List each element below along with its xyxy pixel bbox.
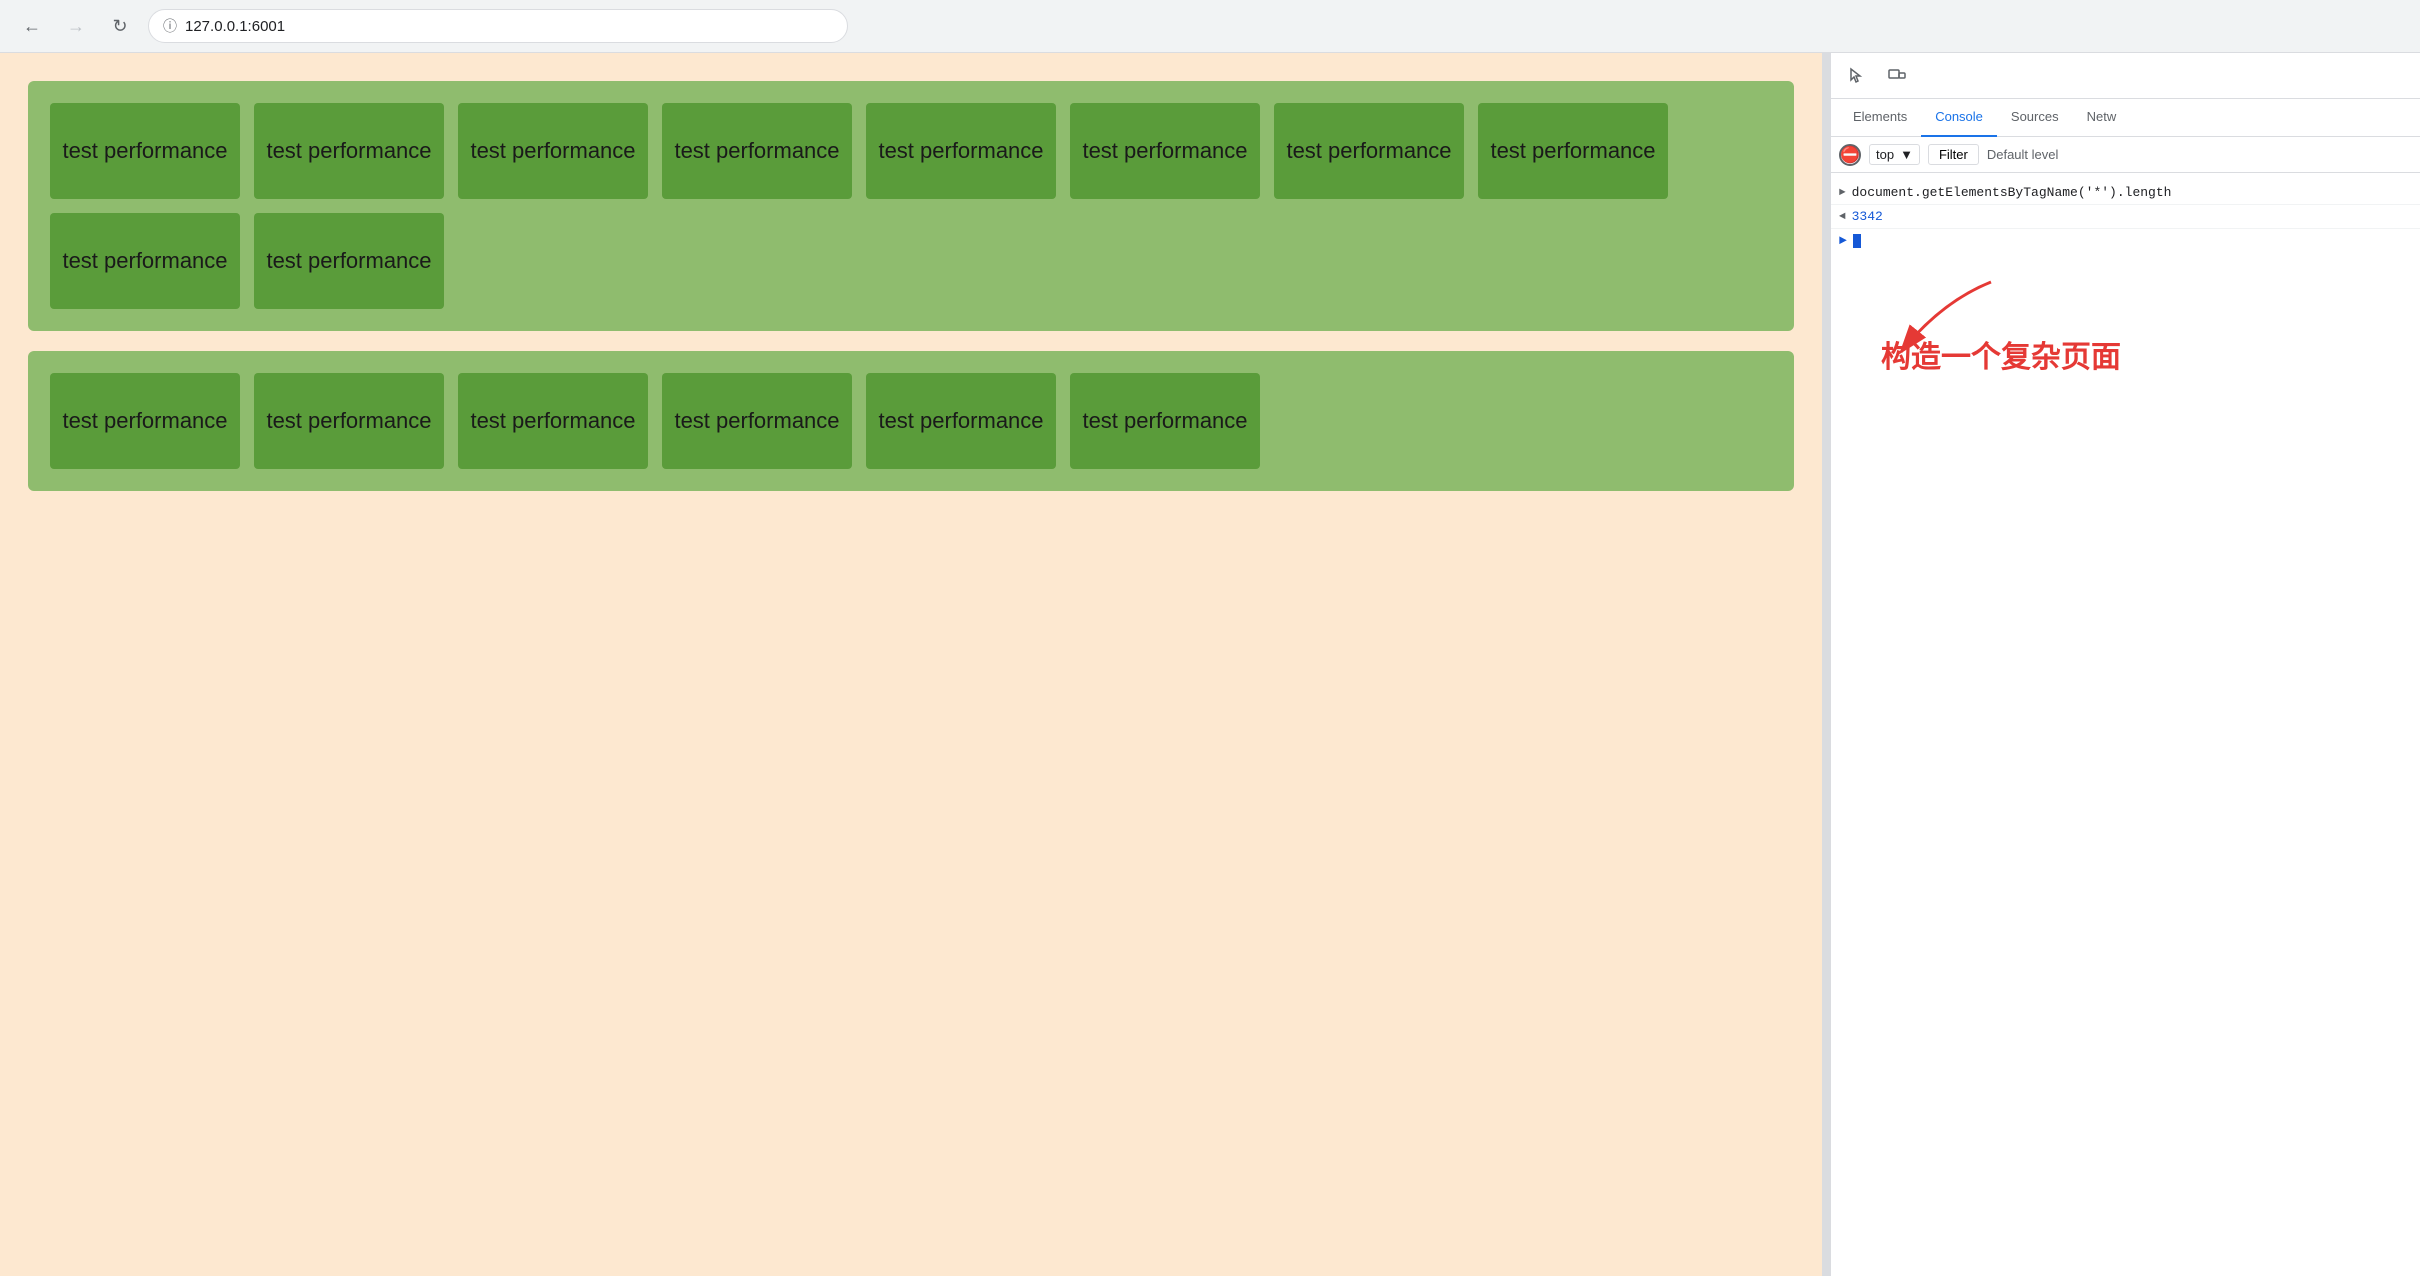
section-1: test performance test performance test p…: [28, 81, 1794, 331]
address-bar[interactable]: ⓘ 127.0.0.1:6001: [148, 9, 848, 43]
console-prompt-icon: ►: [1839, 233, 1847, 248]
list-item: test performance: [1070, 103, 1260, 199]
tab-sources[interactable]: Sources: [1997, 99, 2073, 137]
console-output-row: ◄ 3342: [1831, 205, 2420, 229]
list-item: test performance: [866, 103, 1056, 199]
main-layout: test performance test performance test p…: [0, 53, 2420, 1276]
collapse-icon[interactable]: ◄: [1839, 211, 1846, 223]
list-item: test performance: [254, 103, 444, 199]
context-dropdown-icon: ▼: [1900, 147, 1913, 162]
browser-titlebar: ← → ↻ ⓘ 127.0.0.1:6001: [0, 0, 2420, 52]
device-icon: [1888, 67, 1906, 85]
list-item: test performance: [458, 373, 648, 469]
console-input-row: ► document.getElementsByTagName('*').len…: [1831, 181, 2420, 205]
devtools-panel: Elements Console Sources Netw ⛔ top ▼ Fi…: [1830, 53, 2420, 1276]
list-item: test performance: [50, 103, 240, 199]
device-toolbar-button[interactable]: [1879, 58, 1915, 94]
list-item: test performance: [662, 373, 852, 469]
expand-icon[interactable]: ►: [1839, 187, 1846, 199]
annotation-area: 构造一个复杂页面: [1831, 252, 2420, 452]
list-item: test performance: [662, 103, 852, 199]
console-context-select[interactable]: top ▼: [1869, 144, 1920, 165]
section-2: test performance test performance test p…: [28, 351, 1794, 491]
clear-console-button[interactable]: ⛔: [1839, 144, 1861, 166]
console-number-value[interactable]: 3342: [1852, 209, 1883, 224]
list-item: test performance: [50, 373, 240, 469]
list-item: test performance: [866, 373, 1056, 469]
security-icon: ⓘ: [163, 16, 177, 36]
list-item: test performance: [254, 373, 444, 469]
console-filter-button[interactable]: Filter: [1928, 144, 1979, 165]
console-body: ► document.getElementsByTagName('*').len…: [1831, 173, 2420, 1276]
devtools-icons-toolbar: [1831, 53, 2420, 99]
tab-console[interactable]: Console: [1921, 99, 1997, 137]
list-item: test performance: [1070, 373, 1260, 469]
annotation-label: 构造一个复杂页面: [1881, 332, 2121, 377]
section-1-grid: test performance test performance test p…: [50, 103, 1772, 309]
list-item: test performance: [1478, 103, 1668, 199]
forward-button[interactable]: →: [60, 10, 92, 42]
panel-splitter[interactable]: [1822, 53, 1830, 1276]
context-label: top: [1876, 147, 1894, 162]
tab-network[interactable]: Netw: [2073, 99, 2131, 137]
url-text: 127.0.0.1:6001: [185, 18, 285, 35]
tab-elements[interactable]: Elements: [1839, 99, 1921, 137]
inspect-element-button[interactable]: [1839, 58, 1875, 94]
list-item: test performance: [1274, 103, 1464, 199]
reload-button[interactable]: ↻: [104, 10, 136, 42]
section-2-grid: test performance test performance test p…: [50, 373, 1772, 469]
console-input-cursor[interactable]: [1853, 234, 1861, 248]
console-command-text: document.getElementsByTagName('*').lengt…: [1852, 185, 2412, 200]
console-prompt-row: ►: [1831, 229, 2420, 252]
browser-chrome: ← → ↻ ⓘ 127.0.0.1:6001: [0, 0, 2420, 53]
list-item: test performance: [50, 213, 240, 309]
console-level-label[interactable]: Default level: [1987, 147, 2059, 162]
console-toolbar: ⛔ top ▼ Filter Default level: [1831, 137, 2420, 173]
devtools-tabs: Elements Console Sources Netw: [1831, 99, 2420, 137]
browser-content: test performance test performance test p…: [0, 53, 1822, 1276]
cursor-icon: [1848, 67, 1866, 85]
back-button[interactable]: ←: [16, 10, 48, 42]
list-item: test performance: [254, 213, 444, 309]
list-item: test performance: [458, 103, 648, 199]
